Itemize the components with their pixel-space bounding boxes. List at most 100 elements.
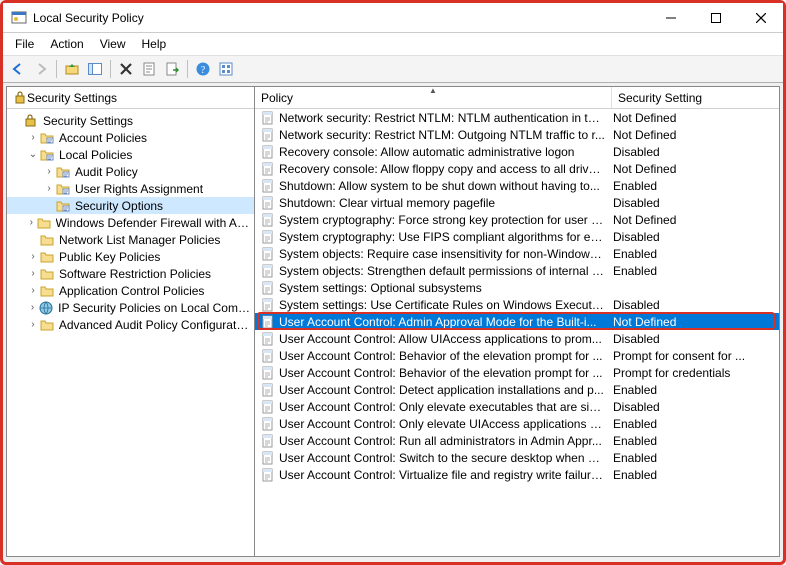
policy-icon: [260, 399, 276, 415]
policy-name: System objects: Require case insensitivi…: [279, 247, 609, 261]
export-button[interactable]: [161, 58, 183, 80]
tree-item[interactable]: ›Public Key Policies: [7, 248, 254, 265]
tree-panel: Security Settings Security Settings›Acco…: [7, 87, 255, 556]
policy-row[interactable]: System settings: Use Certificate Rules o…: [255, 296, 779, 313]
policy-setting: Enabled: [609, 434, 779, 448]
policy-row[interactable]: User Account Control: Only elevate UIAcc…: [255, 415, 779, 432]
tree-item-label: IP Security Policies on Local Computer: [58, 301, 250, 315]
policy-row[interactable]: System cryptography: Force strong key pr…: [255, 211, 779, 228]
minimize-button[interactable]: [648, 3, 693, 32]
policy-name: Recovery console: Allow automatic admini…: [279, 145, 609, 159]
tree-item[interactable]: ›User Rights Assignment: [7, 180, 254, 197]
policy-icon: [260, 416, 276, 432]
policy-row[interactable]: User Account Control: Switch to the secu…: [255, 449, 779, 466]
tree-item[interactable]: ›Audit Policy: [7, 163, 254, 180]
expander-icon[interactable]: ⌄: [27, 149, 39, 160]
tree-item[interactable]: Security Options: [7, 197, 254, 214]
help-button[interactable]: ?: [192, 58, 214, 80]
show-hide-tree-button[interactable]: [84, 58, 106, 80]
folder-icon: [39, 266, 55, 282]
policy-row[interactable]: Recovery console: Allow floppy copy and …: [255, 160, 779, 177]
tree-body[interactable]: Security Settings›Account Policies ⌄ Local…: [7, 109, 254, 556]
policy-name: Shutdown: Clear virtual memory pagefile: [279, 196, 609, 210]
menu-view[interactable]: View: [92, 35, 134, 53]
tree-item-label: Local Policies: [59, 148, 132, 162]
up-button[interactable]: [61, 58, 83, 80]
policy-row[interactable]: System objects: Require case insensitivi…: [255, 245, 779, 262]
policy-row[interactable]: User Account Control: Admin Approval Mod…: [255, 313, 779, 330]
expander-icon[interactable]: ›: [43, 166, 55, 177]
expander-icon[interactable]: ›: [27, 251, 39, 262]
policy-row[interactable]: User Account Control: Behavior of the el…: [255, 364, 779, 381]
tree-item[interactable]: ›Windows Defender Firewall with Advanced…: [7, 214, 254, 231]
policy-row[interactable]: User Account Control: Virtualize file an…: [255, 466, 779, 483]
policy-row[interactable]: Network security: Restrict NTLM: Outgoin…: [255, 126, 779, 143]
root-icon: [23, 113, 39, 129]
tree-item[interactable]: › Software Restriction Policies: [7, 265, 254, 282]
expander-icon[interactable]: ›: [27, 285, 39, 296]
ipsec-icon: [38, 300, 54, 316]
policy-setting: Enabled: [609, 417, 779, 431]
tree-item-label: Application Control Policies: [59, 284, 204, 298]
tree-item[interactable]: ⌄ Local Policies: [7, 146, 254, 163]
policy-name: System settings: Use Certificate Rules o…: [279, 298, 609, 312]
policy-setting: Enabled: [609, 264, 779, 278]
policy-row[interactable]: User Account Control: Allow UIAccess app…: [255, 330, 779, 347]
forward-button[interactable]: [30, 58, 52, 80]
folder-icon: [39, 249, 55, 265]
tree-item[interactable]: ›Account Policies: [7, 129, 254, 146]
tree-item[interactable]: › IP Security Policies on Local Computer: [7, 299, 254, 316]
policy-row[interactable]: Recovery console: Allow automatic admini…: [255, 143, 779, 160]
titlebar: Local Security Policy: [3, 3, 783, 33]
policy-name: System cryptography: Force strong key pr…: [279, 213, 609, 227]
policy-row[interactable]: User Account Control: Detect application…: [255, 381, 779, 398]
expander-icon[interactable]: ›: [27, 132, 39, 143]
list-header: ▲ Policy Security Setting: [255, 87, 779, 109]
policy-row[interactable]: Shutdown: Allow system to be shut down w…: [255, 177, 779, 194]
expander-icon[interactable]: ›: [43, 183, 55, 194]
expander-icon[interactable]: ›: [27, 319, 39, 330]
menu-file[interactable]: File: [7, 35, 42, 53]
properties-button[interactable]: [138, 58, 160, 80]
menu-help[interactable]: Help: [134, 35, 175, 53]
delete-button[interactable]: [115, 58, 137, 80]
folder-policy-icon: [55, 198, 71, 214]
policy-row[interactable]: Shutdown: Clear virtual memory pagefileD…: [255, 194, 779, 211]
tree-item[interactable]: Security Settings: [7, 112, 254, 129]
expander-icon[interactable]: ›: [27, 268, 39, 279]
policy-icon: [260, 280, 276, 296]
tree-item[interactable]: Network List Manager Policies: [7, 231, 254, 248]
tree-item[interactable]: › Application Control Policies: [7, 282, 254, 299]
folder-policy-icon: [55, 164, 71, 180]
policy-icon: [260, 467, 276, 483]
policy-name: System settings: Optional subsystems: [279, 281, 609, 295]
policy-row[interactable]: Network security: Restrict NTLM: NTLM au…: [255, 109, 779, 126]
tree-item[interactable]: ›Advanced Audit Policy Configuration: [7, 316, 254, 333]
policy-row[interactable]: System cryptography: Use FIPS compliant …: [255, 228, 779, 245]
policy-icon: [260, 382, 276, 398]
policy-icon: [260, 348, 276, 364]
close-button[interactable]: [738, 3, 783, 32]
list-body[interactable]: Network security: Restrict NTLM: NTLM au…: [255, 109, 779, 556]
policy-row[interactable]: User Account Control: Only elevate execu…: [255, 398, 779, 415]
policy-row[interactable]: User Account Control: Behavior of the el…: [255, 347, 779, 364]
back-button[interactable]: [7, 58, 29, 80]
policy-icon: [260, 314, 276, 330]
policy-icon: [260, 195, 276, 211]
menu-action[interactable]: Action: [42, 35, 91, 53]
expander-icon[interactable]: ›: [27, 217, 36, 228]
column-header-policy[interactable]: ▲ Policy: [255, 87, 612, 108]
workarea: Security Settings Security Settings›Acco…: [6, 86, 780, 557]
expander-icon[interactable]: ›: [27, 302, 38, 313]
policy-row[interactable]: System objects: Strengthen default permi…: [255, 262, 779, 279]
policy-setting: Disabled: [609, 298, 779, 312]
maximize-button[interactable]: [693, 3, 738, 32]
column-header-setting[interactable]: Security Setting: [612, 87, 779, 108]
list-panel: ▲ Policy Security Setting Network securi…: [255, 87, 779, 556]
tree-item-label: Software Restriction Policies: [59, 267, 211, 281]
policy-row[interactable]: System settings: Optional subsystems: [255, 279, 779, 296]
refresh-button[interactable]: [215, 58, 237, 80]
security-settings-icon: [13, 91, 27, 105]
policy-row[interactable]: User Account Control: Run all administra…: [255, 432, 779, 449]
policy-icon: [260, 246, 276, 262]
